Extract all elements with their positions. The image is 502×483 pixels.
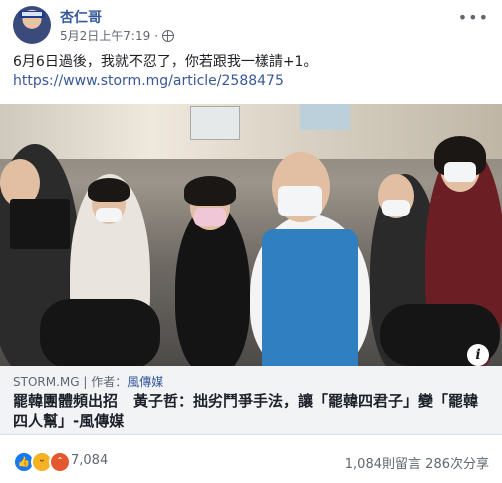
background-screen — [300, 104, 350, 130]
central-figure-vest — [262, 229, 358, 366]
post-text: 6月6日過後，我就不忍了，你若跟我一樣請+1。 — [13, 54, 318, 70]
link-source: STORM.MG | 作者：風傳媒 — [13, 373, 163, 390]
post-header: 杏仁哥 5月2日上午7:19 · ••• — [13, 6, 489, 44]
author-name[interactable]: 杏仁哥 — [60, 7, 102, 27]
background-wall — [0, 104, 502, 159]
headband-highlight — [22, 12, 42, 16]
globe-icon — [162, 29, 175, 42]
info-icon[interactable]: i — [467, 344, 489, 366]
angry-icon: ˆ — [49, 451, 71, 473]
face-mask — [278, 186, 322, 216]
separator-dot: · — [154, 28, 159, 43]
post-timestamp[interactable]: 5月2日上午7:19 — [60, 27, 150, 44]
post-link[interactable]: https://www.storm.mg/article/2588475 — [13, 73, 284, 89]
author-label: 作者： — [91, 375, 128, 389]
share-count[interactable]: 286次分享 — [425, 453, 489, 472]
post-meta: 5月2日上午7:19 · — [60, 27, 175, 44]
author-avatar[interactable] — [13, 6, 51, 44]
link-card[interactable]: STORM.MG | 作者：風傳媒 罷韓團體頻出招 黃子哲：拙劣鬥爭手法，讓「罷… — [0, 366, 502, 435]
post-footer: 👍 ᵕ ˆ 7,084 1,084則留言 286次分享 — [13, 448, 489, 473]
face-mask — [444, 162, 476, 182]
source-author[interactable]: 風傳媒 — [127, 375, 163, 389]
comment-count[interactable]: 1,084則留言 — [345, 453, 421, 472]
crowd-hair — [88, 178, 130, 202]
crowd-hair — [184, 176, 236, 206]
reaction-count[interactable]: 7,084 — [71, 453, 108, 468]
background-sign — [190, 106, 240, 140]
camera-shape — [40, 299, 160, 366]
face-mask — [382, 200, 410, 216]
reaction-icons[interactable]: 👍 ᵕ ˆ — [13, 451, 71, 473]
source-domain: STORM.MG — [13, 375, 80, 389]
face-mask — [96, 208, 122, 222]
link-preview-image[interactable]: i — [0, 104, 502, 366]
camera-shape — [10, 199, 70, 249]
face-mask — [194, 208, 226, 226]
more-options-icon[interactable]: ••• — [458, 8, 489, 27]
link-headline[interactable]: 罷韓團體頻出招 黃子哲：拙劣鬥爭手法，讓「罷韓四君子」變「罷韓四人幫」-風傳媒 — [13, 391, 489, 431]
